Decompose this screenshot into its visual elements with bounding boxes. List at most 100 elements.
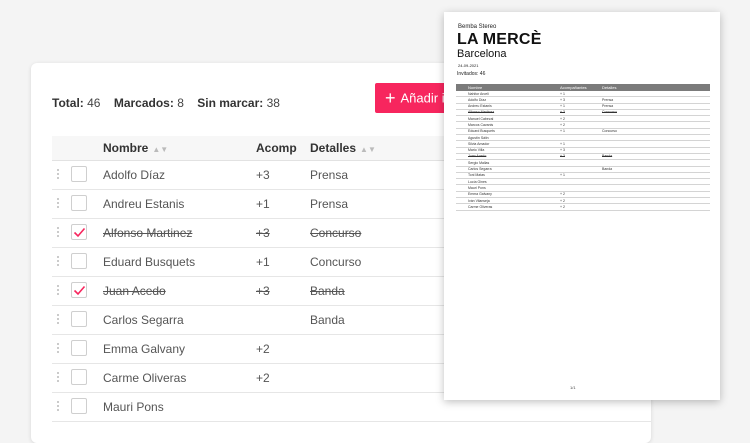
preview-guest-name: Carlos Segarra [468, 167, 492, 172]
row-checkbox[interactable] [71, 369, 87, 385]
preview-guest-companions: + 1 [560, 104, 565, 109]
preview-guest-details: Prensa [602, 104, 614, 109]
preview-guest-details: Concurso [602, 129, 617, 134]
preview-guest-companions: + 3 [560, 110, 565, 115]
guest-name: Emma Galvany [103, 342, 186, 356]
preview-guest-companions: + 2 [560, 192, 565, 197]
guest-name: Juan Acedo [103, 284, 166, 298]
preview-guest-details: Concurso [602, 110, 617, 115]
guest-details: Prensa [310, 168, 349, 182]
add-guest-label: Añadir i [400, 90, 445, 106]
total-label: Total: [52, 96, 84, 110]
guest-companions: +3 [256, 168, 270, 182]
check-icon [73, 285, 86, 296]
guest-name: Andreu Estanis [103, 197, 185, 211]
plus-icon: + [385, 88, 396, 108]
preview-guest-name: Mauri Pons [468, 185, 486, 190]
guest-details: Concurso [310, 255, 362, 269]
preview-guest-name: Toni Matas [468, 173, 485, 178]
preview-guest-companions: + 1 [560, 141, 565, 146]
preview-row: Carme Oliveras + 2 [456, 204, 710, 211]
preview-page-number: 1/1 [570, 385, 576, 390]
preview-guest-name: Carme Oliveras [468, 204, 493, 209]
preview-guest-name: Manuel Cabezal [468, 116, 494, 121]
row-checkbox[interactable] [71, 253, 87, 269]
guest-companions: +1 [256, 197, 270, 211]
preview-guest-name: Alfonso Martinez [468, 110, 495, 115]
preview-guest-name: Nahitor Arceli [468, 91, 489, 96]
row-checkbox[interactable] [71, 282, 87, 298]
drag-handle-icon[interactable] [57, 343, 60, 355]
preview-guest-companions: + 1 [560, 173, 565, 178]
preview-guest-name: Sergio Mallas [468, 160, 490, 165]
guest-companions: +3 [256, 284, 270, 298]
preview-guest-companions: + 1 [560, 129, 565, 134]
preview-table-body: Nahitor Arceli + 1 Adolfo Díaz + 3 Prensa And… [456, 91, 710, 211]
row-checkbox[interactable] [71, 195, 87, 211]
guest-details: Concurso [310, 226, 362, 240]
column-header-name[interactable]: Nombre ▲▼ [103, 141, 168, 155]
preview-guest-name: Marcos Cavanis [468, 122, 494, 127]
drag-handle-icon[interactable] [57, 314, 60, 326]
preview-header-details: Detalles [602, 85, 617, 90]
row-checkbox[interactable] [71, 398, 87, 414]
preview-guest-count: Invitados: 46 [457, 71, 486, 77]
column-header-details-label: Detalles [310, 141, 357, 155]
guest-name: Carme Oliveras [103, 371, 187, 385]
guest-details: Banda [310, 313, 345, 327]
guest-name: Carlos Segarra [103, 313, 184, 327]
row-checkbox[interactable] [71, 224, 87, 240]
preview-guest-companions: + 3 [560, 148, 565, 153]
preview-guest-companions: + 2 [560, 204, 565, 209]
check-icon [73, 227, 86, 238]
guest-name: Adolfo Díaz [103, 168, 166, 182]
preview-guest-name: Andreu Estanis [468, 104, 492, 109]
preview-title: LA MERCÈ [457, 31, 542, 48]
preview-table-header: Nombre Acompañantes Detalles [456, 84, 710, 91]
total-value: 46 [87, 96, 101, 110]
drag-handle-icon[interactable] [57, 285, 60, 297]
row-checkbox[interactable] [71, 311, 87, 327]
preview-guest-companions: + 2 [560, 198, 565, 203]
drag-handle-icon[interactable] [57, 372, 60, 384]
guest-details: Banda [310, 284, 345, 298]
row-checkbox[interactable] [71, 166, 87, 182]
column-header-name-label: Nombre [103, 141, 149, 155]
sort-icon: ▲▼ [360, 145, 376, 154]
preview-guest-name: Agustín Sáiin [468, 135, 489, 140]
sort-icon: ▲▼ [152, 145, 169, 154]
preview-guest-name: Emma Galvany [468, 192, 492, 197]
unmarked-label: Sin marcar: [197, 96, 264, 110]
guest-summary: Total: 46 Marcados: 8 Sin marcar: 38 [52, 96, 280, 110]
row-checkbox[interactable] [71, 340, 87, 356]
preview-guest-name: Juan Acedo [468, 154, 487, 159]
preview-guest-details: Prensa [602, 97, 614, 102]
preview-guest-details: Banda [602, 154, 613, 159]
preview-guest-name: Mario Villa [468, 148, 485, 153]
preview-guest-companions: + 3 [560, 97, 565, 102]
column-header-acomp: Acomp [256, 141, 297, 155]
guest-name: Mauri Pons [103, 400, 164, 414]
drag-handle-icon[interactable] [57, 198, 60, 210]
drag-handle-icon[interactable] [57, 401, 60, 413]
preview-city: Barcelona [457, 48, 507, 60]
preview-guest-name: Adolfo Díaz [468, 97, 487, 102]
preview-guest-companions: + 2 [560, 116, 565, 121]
column-header-details[interactable]: Detalles ▲▼ [310, 141, 376, 155]
print-preview: Bemba Stereo LA MERCÈ Barcelona 24-09-20… [444, 12, 720, 400]
guest-name: Eduard Busquets [103, 255, 196, 269]
guest-companions: +3 [256, 226, 270, 240]
marked-label: Marcados: [113, 96, 174, 110]
preview-guest-name: Silvia Amador [468, 141, 490, 146]
preview-guest-name: Iván Vilanseja [468, 198, 490, 203]
marked-value: 8 [177, 96, 184, 110]
guest-companions: +2 [256, 342, 270, 356]
drag-handle-icon[interactable] [57, 256, 60, 268]
drag-handle-icon[interactable] [57, 227, 60, 239]
drag-handle-icon[interactable] [57, 169, 60, 181]
unmarked-value: 38 [266, 96, 280, 110]
preview-header-name: Nombre [468, 85, 483, 90]
preview-date: 24-09-2021 [458, 63, 479, 68]
preview-guest-name: Eduard Busquets [468, 129, 495, 134]
guest-name: Alfonso Martinez [103, 226, 193, 240]
